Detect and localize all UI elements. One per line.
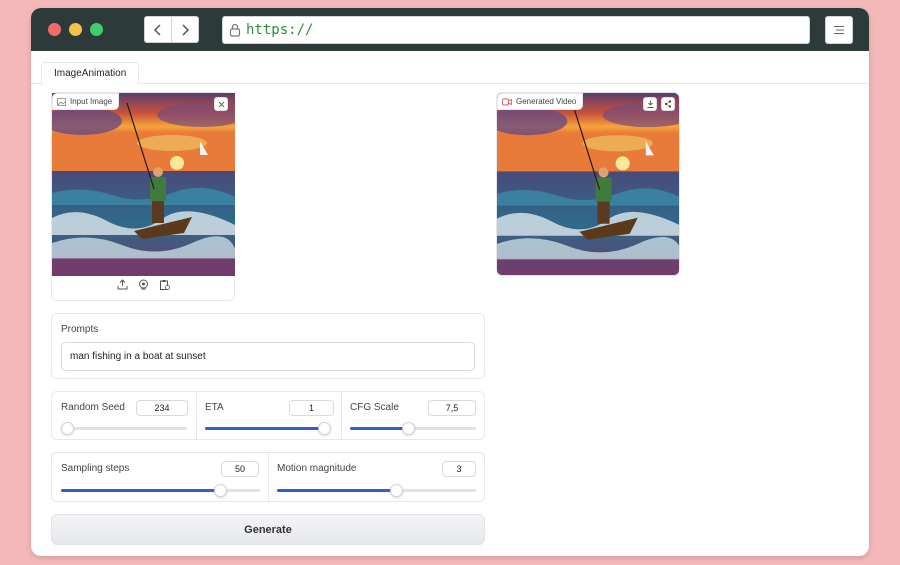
slider-thumb[interactable] xyxy=(390,484,403,497)
divider xyxy=(341,392,342,439)
cfg-scale-input[interactable]: 7,5 xyxy=(428,400,476,416)
slider-fill xyxy=(350,427,408,430)
input-image-label: Input Image xyxy=(52,93,120,110)
slider-thumb[interactable] xyxy=(61,422,74,435)
sampling-steps-label: Sampling steps xyxy=(61,463,130,474)
image-icon xyxy=(57,97,66,106)
slider-thumb[interactable] xyxy=(214,484,227,497)
forward-button[interactable] xyxy=(171,17,198,42)
clear-image-button[interactable] xyxy=(214,97,228,111)
chevron-left-icon xyxy=(153,23,161,36)
input-image xyxy=(52,93,235,276)
generate-button[interactable]: Generate xyxy=(51,514,485,545)
input-image-panel: Input Image xyxy=(51,92,235,301)
browser-titlebar: https:// xyxy=(31,8,869,51)
motion-magnitude-input[interactable]: 3 xyxy=(442,461,476,477)
prompts-input[interactable]: man fishing in a boat at sunset xyxy=(61,342,475,371)
clipboard-icon[interactable] xyxy=(159,279,170,290)
upload-icon[interactable] xyxy=(117,279,128,290)
minimize-window-button[interactable] xyxy=(69,23,82,36)
sampling-steps-slider[interactable] xyxy=(61,484,260,497)
slider-thumb[interactable] xyxy=(402,422,415,435)
slider-fill xyxy=(277,489,396,492)
close-window-button[interactable] xyxy=(48,23,61,36)
address-bar[interactable]: https:// xyxy=(222,16,810,44)
share-video-button[interactable] xyxy=(661,97,675,111)
controls-row-2: Sampling steps 50 Motion magnitude 3 xyxy=(51,452,485,502)
slider-fill xyxy=(61,489,220,492)
prompts-panel: Prompts man fishing in a boat at sunset xyxy=(51,313,485,379)
tab-bar: ImageAnimation xyxy=(31,51,869,85)
slider-thumb[interactable] xyxy=(318,422,331,435)
download-icon xyxy=(647,100,653,108)
prompts-label: Prompts xyxy=(61,324,99,335)
eta-input[interactable]: 1 xyxy=(289,400,334,416)
back-button[interactable] xyxy=(145,17,171,42)
cfg-scale-label: CFG Scale xyxy=(350,402,399,413)
eta-label: ETA xyxy=(205,402,224,413)
download-video-button[interactable] xyxy=(643,97,657,111)
image-source-toolbar xyxy=(52,279,235,295)
generated-video-panel: Generated Video xyxy=(496,92,680,276)
slider-fill xyxy=(205,427,328,430)
share-icon xyxy=(664,100,672,108)
tab-image-animation[interactable]: ImageAnimation xyxy=(41,62,140,85)
controls-row-1: Random Seed 234 ETA 1 CFG Scale 7,5 xyxy=(51,391,485,440)
nav-buttons xyxy=(144,16,199,43)
video-icon xyxy=(502,98,512,105)
eta-slider[interactable] xyxy=(205,422,331,435)
generated-video[interactable] xyxy=(497,93,679,275)
url-text: https:// xyxy=(246,22,314,38)
random-seed-input[interactable]: 234 xyxy=(136,400,188,416)
webcam-icon[interactable] xyxy=(138,279,149,290)
motion-magnitude-slider[interactable] xyxy=(277,484,476,497)
maximize-window-button[interactable] xyxy=(90,23,103,36)
chevron-right-icon xyxy=(182,23,190,36)
generated-video-label: Generated Video xyxy=(497,93,584,110)
divider xyxy=(196,392,197,439)
random-seed-label: Random Seed xyxy=(61,402,125,413)
divider xyxy=(268,453,269,501)
random-seed-slider[interactable] xyxy=(61,422,187,435)
browser-menu-button[interactable] xyxy=(825,16,853,44)
sampling-steps-input[interactable]: 50 xyxy=(221,461,259,477)
close-icon xyxy=(218,101,224,107)
hamburger-icon xyxy=(834,26,844,34)
motion-magnitude-label: Motion magnitude xyxy=(277,463,357,474)
cfg-scale-slider[interactable] xyxy=(350,422,476,435)
lock-icon xyxy=(229,23,241,37)
browser-window: https:// ImageAnimation Input Image Gene… xyxy=(31,8,869,556)
